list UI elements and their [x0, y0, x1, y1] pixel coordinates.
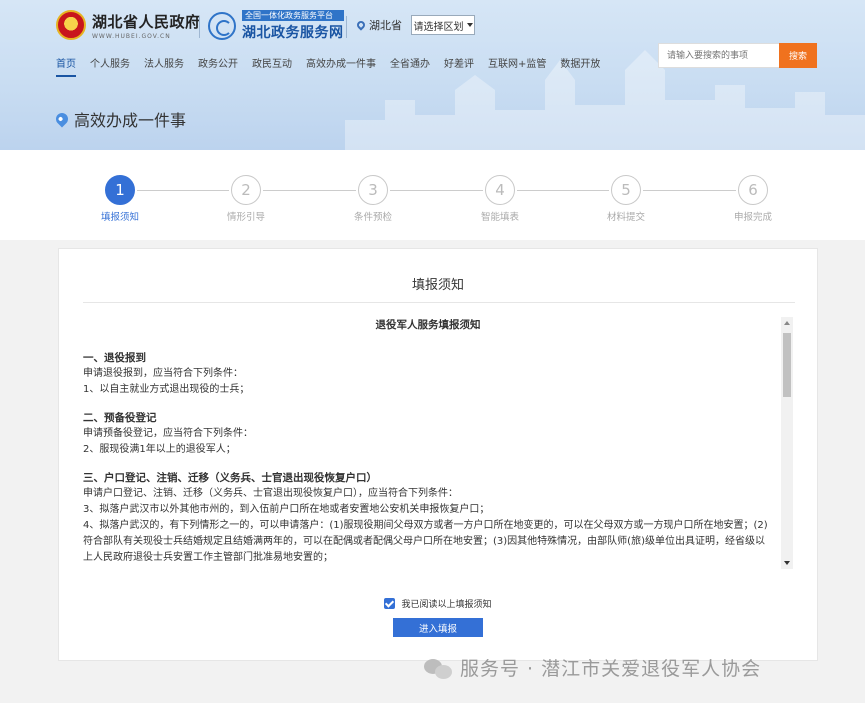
scrollbar-thumb[interactable] — [783, 333, 791, 397]
nav-item[interactable]: 高效办成一件事 — [306, 58, 376, 72]
notice-scrollbar[interactable] — [781, 317, 793, 569]
platform-tag: 全国一体化政务服务平台 — [242, 10, 344, 21]
section-line: 1、以自主就业方式退出现役的士兵； — [83, 384, 250, 395]
section-line: 2、服现役满1年以上的退役军人； — [83, 444, 236, 455]
gov-title: 湖北省人民政府 — [92, 12, 201, 31]
search-input[interactable] — [658, 43, 779, 68]
current-region: 湖北省 — [355, 17, 402, 33]
section-title: 三、户口登记、注销、迁移（义务兵、士官退出现役恢复户口） — [83, 472, 377, 484]
step-number: 4 — [485, 175, 515, 205]
site-header: 湖北省人民政府 WWW.HUBEI.GOV.CN 全国一体化政务服务平台 湖北政… — [0, 0, 865, 150]
nav-item[interactable]: 全省通办 — [390, 58, 430, 72]
location-pin-icon — [355, 19, 367, 31]
platform-name: 湖北政务服务网 — [242, 25, 344, 41]
section-line: 4、拟落户武汉的，有下列情形之一的，可以申请落户：(1)服现役期间父母双方或者一… — [83, 520, 768, 563]
nav-item[interactable]: 政民互动 — [252, 58, 292, 72]
search-bar: 搜索 — [658, 43, 817, 68]
main-nav: 首页 个人服务 法人服务 政务公开 政民互动 高效办成一件事 全省通办 好差评 互联网+监管 数据… — [56, 58, 614, 77]
watermark-text: 服务号 · 潜江市关爱退役军人协会 — [460, 658, 762, 680]
section-line: 申请退役报到，应当符合下列条件： — [83, 368, 243, 379]
step-5: 5 材料提交 — [596, 175, 656, 223]
national-emblem-icon — [56, 10, 86, 40]
search-button[interactable]: 搜索 — [779, 43, 817, 68]
wechat-watermark: 服务号 · 潜江市关爱退役军人协会 — [424, 654, 761, 681]
step-2: 2 情形引导 — [216, 175, 276, 223]
chevron-down-icon — [466, 23, 473, 27]
nav-item[interactable]: 好差评 — [444, 58, 474, 72]
enter-fill-button[interactable]: 进入填报 — [393, 618, 483, 637]
notice-scroll-area[interactable]: 退役军人服务填报须知一、退役报到申请退役报到，应当符合下列条件： 1、以自主就业方… — [83, 317, 793, 569]
step-number: 3 — [358, 175, 388, 205]
gov-subtitle: WWW.HUBEI.GOV.CN — [92, 32, 171, 40]
section-line: 3、拟落户武汉市以外其他市州的，到入伍前户口所在地或者安置地公安机关申报恢复户口… — [83, 504, 490, 515]
nav-item[interactable]: 首页 — [56, 58, 76, 77]
notice-heading: 退役军人服务填报须知 — [375, 319, 481, 331]
step-number: 6 — [738, 175, 768, 205]
section-title: 一、退役报到 — [83, 352, 146, 364]
nav-item[interactable]: 政务公开 — [198, 58, 238, 72]
panel-divider — [83, 302, 795, 303]
nav-item[interactable]: 法人服务 — [144, 58, 184, 72]
progress-steps: 1 填报须知 2 情形引导 3 条件预检 4 智能填表 5 材料提交 6 申报完成 — [0, 150, 865, 240]
step-number: 2 — [231, 175, 261, 205]
step-number: 1 — [105, 175, 135, 205]
scroll-down-arrow-icon[interactable] — [784, 561, 790, 565]
step-label: 条件预检 — [353, 212, 392, 223]
region-select[interactable]: 请选择区划 — [411, 15, 475, 35]
step-1: 1 填报须知 — [90, 175, 150, 223]
header-divider — [346, 16, 347, 38]
panel-title: 填报须知 — [411, 278, 464, 293]
agree-label: 我已阅读以上填报须知 — [401, 600, 492, 610]
section-line: 申请户口登记、注销、迁移（义务兵、士官退出现役恢复户口），应当符合下列条件： — [83, 488, 458, 499]
page-title-text: 高效办成一件事 — [74, 111, 187, 130]
wechat-icon — [424, 657, 454, 679]
region-label: 湖北省 — [369, 19, 402, 32]
notice-panel: 填报须知 退役军人服务填报须知一、退役报到申请退役报到，应当符合下列条件： 1、以… — [58, 248, 818, 661]
step-label: 填报须知 — [100, 212, 139, 223]
location-marker-icon — [53, 110, 71, 128]
agree-checkbox[interactable] — [384, 598, 396, 609]
step-label: 材料提交 — [606, 212, 645, 223]
step-label: 情形引导 — [226, 212, 265, 223]
section-title: 二、预备役登记 — [83, 412, 157, 424]
step-label: 智能填表 — [480, 212, 519, 223]
step-4: 4 智能填表 — [470, 175, 530, 223]
gov-logo[interactable]: 湖北省人民政府 WWW.HUBEI.GOV.CN — [56, 10, 201, 40]
nav-item[interactable]: 个人服务 — [90, 58, 130, 72]
platform-logo[interactable]: 全国一体化政务服务平台 湖北政务服务网 — [208, 10, 344, 42]
section-line: 申请预备役登记，应当符合下列条件： — [83, 428, 253, 439]
scroll-up-arrow-icon[interactable] — [784, 321, 790, 325]
agree-checkbox-row[interactable]: 我已阅读以上填报须知 — [59, 597, 817, 610]
region-select-value: 请选择区划 — [413, 21, 464, 33]
header-divider — [199, 16, 200, 38]
step-label: 申报完成 — [733, 212, 772, 223]
page-title: 高效办成一件事 — [53, 107, 187, 131]
nav-item[interactable]: 数据开放 — [560, 58, 600, 72]
step-number: 5 — [611, 175, 641, 205]
step-6: 6 申报完成 — [723, 175, 783, 223]
step-3: 3 条件预检 — [343, 175, 403, 223]
nav-item[interactable]: 互联网+监管 — [488, 58, 546, 72]
platform-mark-icon — [208, 12, 236, 40]
